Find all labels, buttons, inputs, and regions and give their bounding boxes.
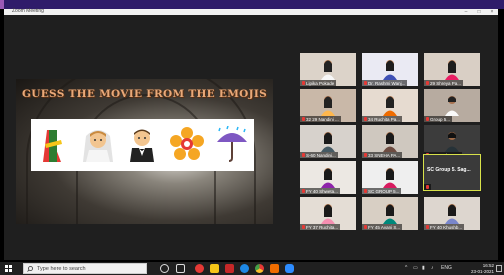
battery-icon[interactable]: ▮ — [422, 265, 425, 271]
edge-icon[interactable] — [240, 264, 249, 273]
zoom-icon[interactable] — [285, 264, 294, 273]
participant-tile[interactable]: S-60 Nandini... — [300, 125, 356, 158]
participant-namebar: Dr. Rashmi Wanj... — [362, 80, 408, 86]
participant-namebar: 32 29 Nandini ... — [300, 116, 341, 122]
windows-start-icon[interactable] — [5, 265, 12, 272]
participant-video — [445, 204, 459, 224]
slide-title: GUESS THE MOVIE FROM THE EMOJIS — [22, 88, 267, 100]
participant-namebar: FY 37 Ruchita... — [300, 224, 341, 230]
dress-icon — [43, 130, 63, 162]
taskbar: Type here to search ^ ▭ ▮ ♪ ENG 16:52 23… — [0, 262, 504, 275]
search-placeholder: Type here to search — [37, 266, 86, 272]
meeting-area: GUESS THE MOVIE FROM THE EMOJIS Lipika P… — [4, 15, 498, 260]
bride-icon — [82, 130, 113, 162]
mic-muted-icon — [302, 225, 305, 229]
mic-muted-icon — [364, 225, 367, 229]
emoji-band — [31, 119, 254, 171]
groom-icon — [130, 129, 155, 162]
participant-namebar — [424, 184, 431, 190]
mic-muted-icon — [364, 81, 367, 85]
participant-namebar: 33 SNEHA PA... — [362, 152, 403, 158]
participant-video — [445, 96, 459, 116]
mic-muted-icon — [302, 189, 305, 193]
participant-tile[interactable]: 34 Ruchita Pa... — [362, 89, 418, 122]
search-icon — [27, 266, 33, 272]
mic-muted-icon — [302, 81, 305, 85]
participant-video — [321, 132, 335, 152]
system-clock[interactable]: 16:52 23-01-2021 — [471, 263, 494, 274]
participant-tile[interactable]: SC GROUP 5... — [362, 161, 418, 194]
participant-tile[interactable]: Group 5... — [424, 89, 480, 122]
chrome-icon[interactable] — [255, 264, 264, 273]
flower-icon — [170, 127, 205, 160]
participant-tile[interactable]: FY 45 Avani S... — [362, 197, 418, 230]
powerpoint-icon[interactable] — [270, 264, 279, 273]
participant-namebar: Group 5... — [424, 116, 453, 122]
participant-video — [321, 168, 335, 188]
notification-icon[interactable] — [496, 265, 502, 272]
network-icon[interactable]: ▭ — [413, 265, 418, 271]
tray-chevron-icon[interactable]: ^ — [405, 265, 407, 271]
participant-namebar: 34 Ruchita Pa... — [362, 116, 403, 122]
file-explorer-icon[interactable] — [210, 264, 219, 273]
taskbar-search-box[interactable]: Type here to search — [23, 263, 147, 274]
participant-name-large: SC Group 5. Sag... — [427, 167, 471, 173]
participant-tile[interactable]: Lipika Pokade — [300, 53, 356, 86]
participant-video — [321, 96, 335, 116]
shared-slide: GUESS THE MOVIE FROM THE EMOJIS — [16, 79, 273, 224]
participant-namebar: Lipika Pokade — [300, 80, 337, 86]
participant-namebar: FY 40 Khushb... — [424, 224, 465, 230]
language-indicator[interactable]: ENG — [441, 265, 452, 271]
participant-tile[interactable]: 32 29 Nandini ... — [300, 89, 356, 122]
participant-video — [383, 132, 397, 152]
office-icon[interactable] — [225, 264, 234, 273]
participant-tile[interactable]: FY 37 Ruchita... — [300, 197, 356, 230]
participant-namebar: FY 45 Avani S... — [362, 224, 403, 230]
mic-muted-icon — [364, 117, 367, 121]
participant-tile[interactable]: 29 Shreya Pa... — [424, 53, 480, 86]
accent-corner — [0, 0, 4, 9]
top-accent-strip — [0, 0, 504, 9]
participant-tile[interactable]: 33 SNEHA PA... — [362, 125, 418, 158]
participant-video — [383, 96, 397, 116]
mic-muted-icon — [364, 153, 367, 157]
participant-namebar: FY 40 Shweta... — [300, 188, 340, 194]
mic-muted-icon — [426, 81, 429, 85]
active-speaker-tile[interactable]: SC Group 5. Sag... — [423, 154, 481, 191]
mic-muted-icon — [364, 189, 367, 193]
participant-video — [321, 60, 335, 80]
opera-icon[interactable] — [195, 264, 204, 273]
participant-namebar: S-60 Nandini... — [300, 152, 338, 158]
participant-video — [445, 132, 459, 152]
volume-icon[interactable]: ♪ — [431, 265, 434, 271]
participant-video — [383, 168, 397, 188]
mic-muted-icon — [426, 185, 429, 189]
participant-video — [383, 204, 397, 224]
mic-muted-icon — [426, 117, 429, 121]
umbrella-rain-icon — [216, 126, 247, 162]
mic-muted-icon — [302, 153, 305, 157]
participant-tile[interactable]: Dr. Rashmi Wanj... — [362, 53, 418, 86]
task-view-icon[interactable] — [176, 264, 185, 273]
mic-muted-icon — [426, 225, 429, 229]
participant-video — [445, 60, 459, 80]
participant-namebar: 29 Shreya Pa... — [424, 80, 464, 86]
cortana-icon[interactable] — [160, 264, 169, 273]
participant-tile[interactable]: FY 40 Khushb... — [424, 197, 480, 230]
window-title: Zoom Meeting — [12, 8, 44, 14]
participant-video — [321, 204, 335, 224]
participant-video — [383, 60, 397, 80]
participant-namebar: SC GROUP 5... — [362, 188, 402, 194]
participant-tile[interactable]: FY 40 Shweta... — [300, 161, 356, 194]
mic-muted-icon — [302, 117, 305, 121]
